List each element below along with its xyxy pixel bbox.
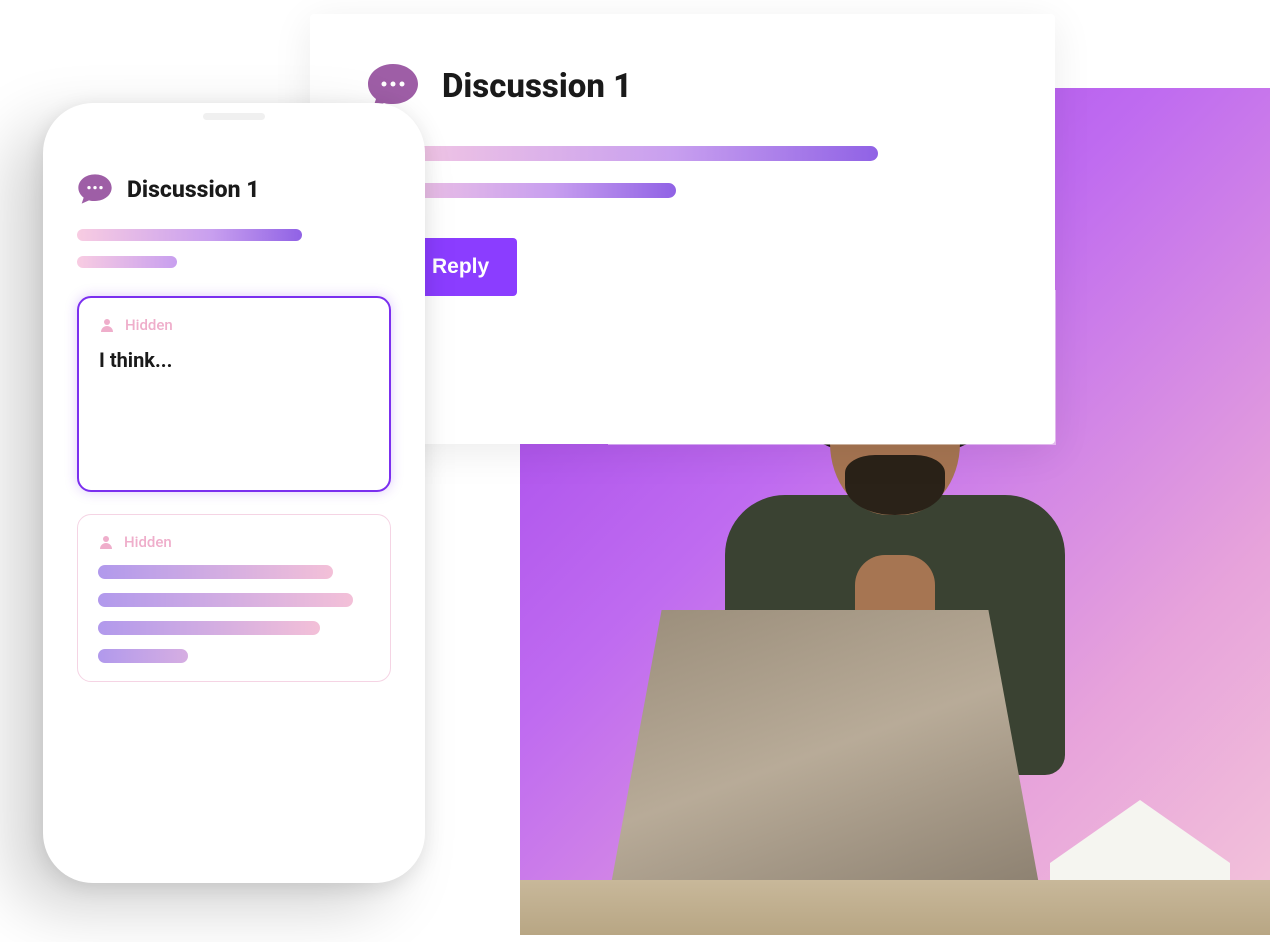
discussion-title: Discussion 1 [442, 67, 632, 106]
reply-placeholder-line [98, 621, 320, 635]
user-icon [98, 534, 114, 550]
phone-mockup: Discussion 1 Hidden I think... [43, 103, 425, 883]
reply-text-input[interactable]: I think... [99, 348, 369, 372]
author-hidden-label: Hidden [124, 533, 172, 551]
discussion-title: Discussion 1 [127, 176, 260, 203]
overlay-panel [608, 290, 1056, 445]
content-placeholder-line [77, 256, 177, 268]
reply-input-card[interactable]: Hidden I think... [77, 296, 391, 492]
phone-notch [154, 103, 314, 129]
phone-screen: Discussion 1 Hidden I think... [67, 131, 401, 682]
person-beard [845, 455, 945, 515]
content-placeholder-line [77, 229, 302, 241]
user-icon [99, 317, 115, 333]
reply-placeholder-line [98, 565, 333, 579]
discussion-header: Discussion 1 [77, 173, 391, 205]
reply-placeholder-line [98, 593, 353, 607]
discussion-header: Discussion 1 [366, 62, 999, 110]
reply-placeholder-line [98, 649, 188, 663]
reply-card[interactable]: Hidden [77, 514, 391, 682]
reply-author-row: Hidden [98, 533, 370, 551]
chat-bubble-icon [77, 173, 113, 205]
desk-surface [520, 880, 1270, 935]
content-placeholder-line [366, 146, 878, 161]
reply-button-label: Reply [432, 255, 489, 279]
laptop [610, 610, 1040, 890]
author-hidden-label: Hidden [125, 316, 173, 334]
reply-author-row: Hidden [99, 316, 369, 334]
